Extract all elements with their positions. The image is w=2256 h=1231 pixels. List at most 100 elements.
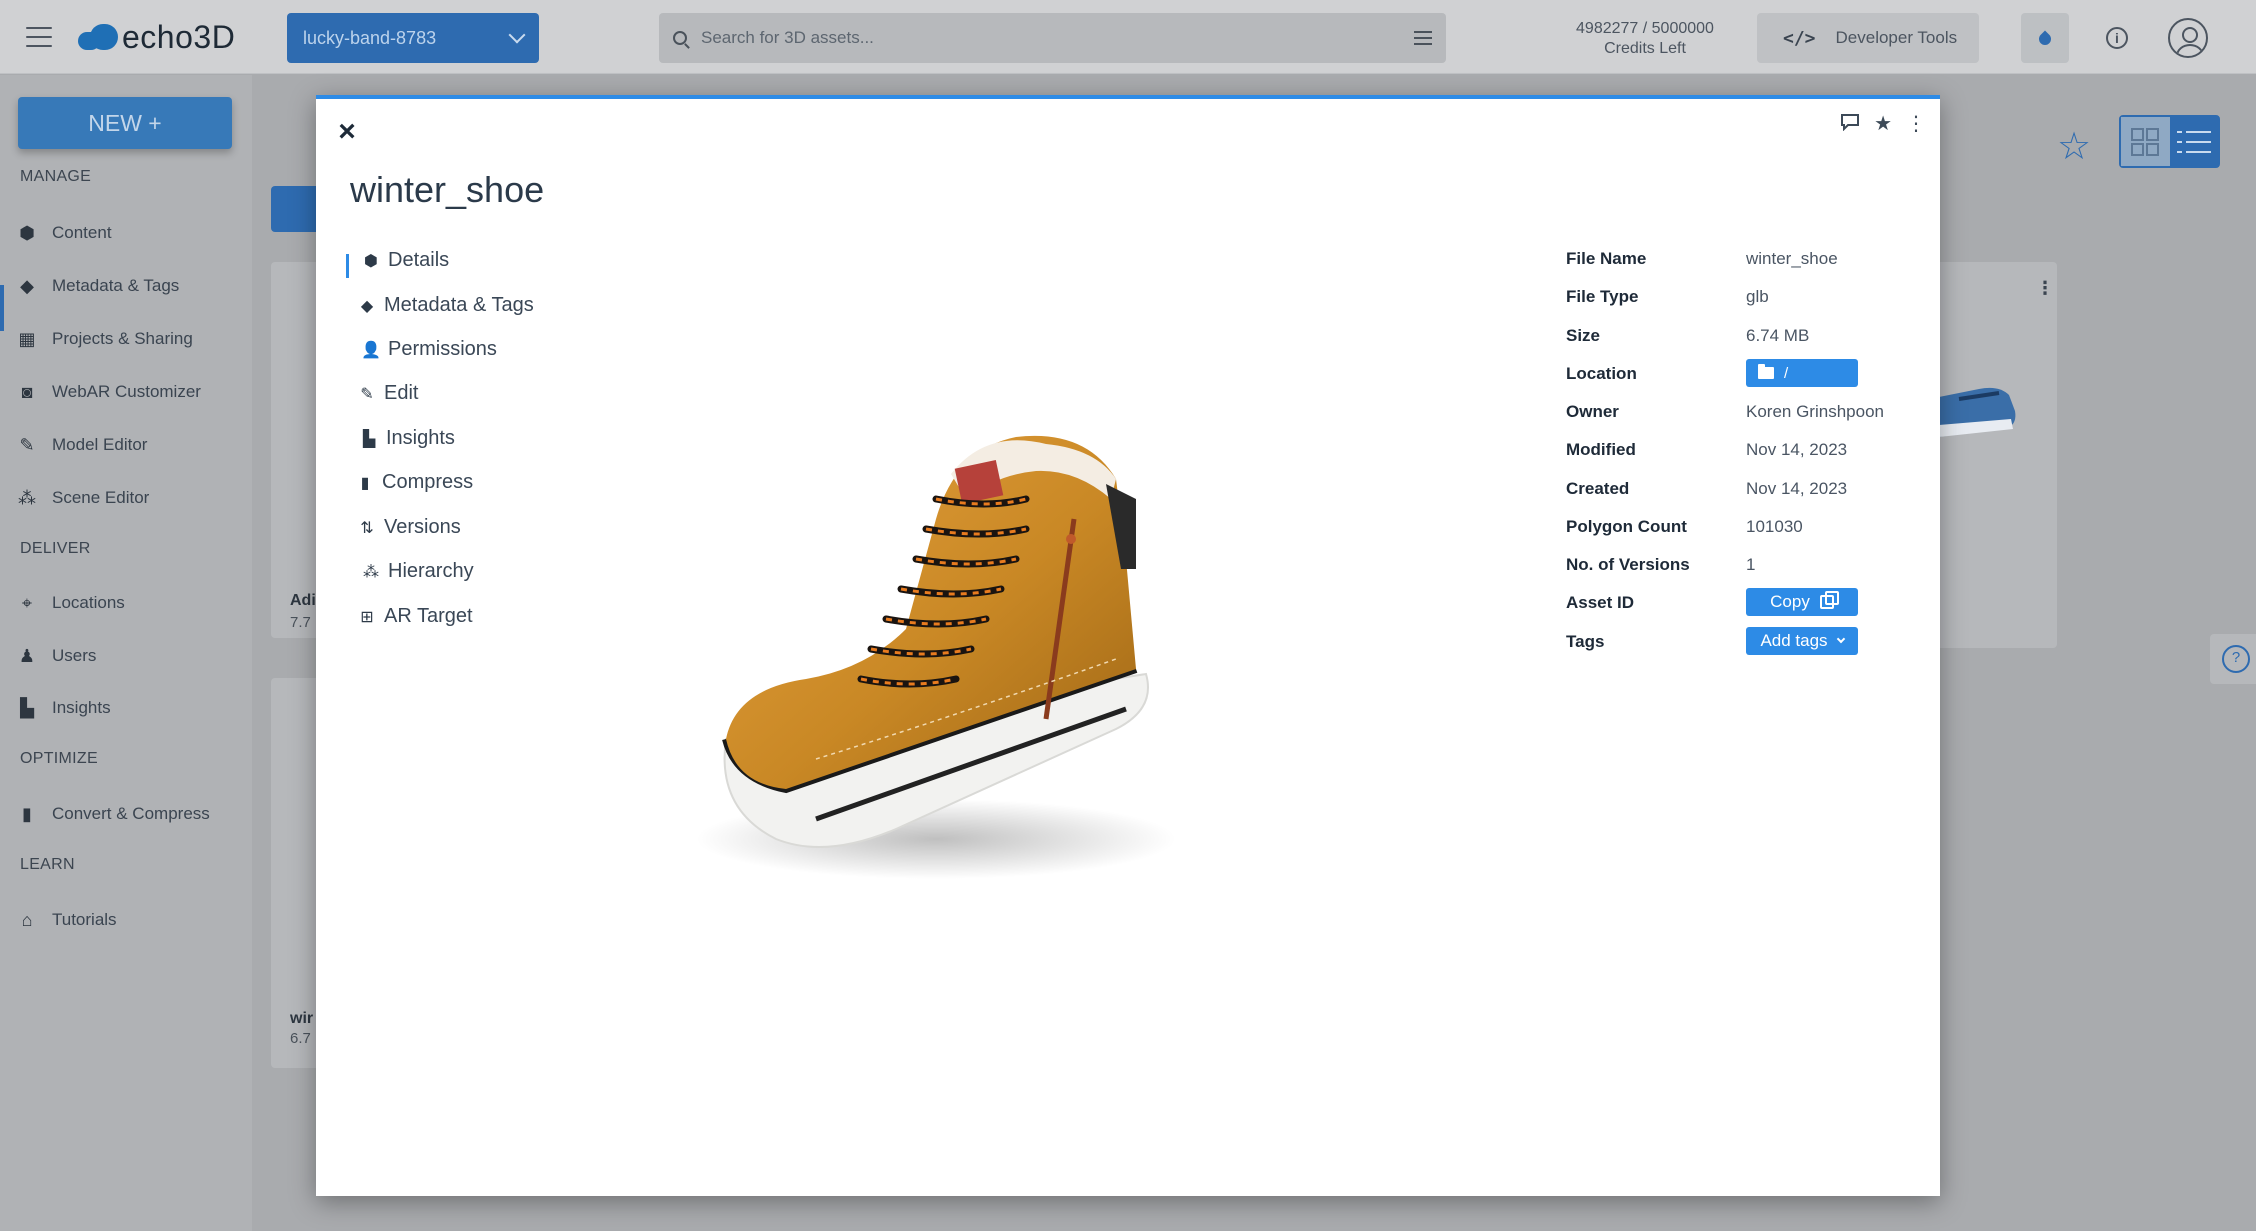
card-size: 7.7 (290, 614, 311, 631)
info-icon[interactable]: i (2106, 27, 2128, 49)
cube-icon: ⬢ (364, 252, 378, 270)
chart-icon: ▙ (20, 697, 34, 718)
folder-tab[interactable] (271, 186, 321, 232)
view-toggle[interactable] (2119, 115, 2220, 168)
sidebar-item-model-editor[interactable]: ✎ Model Editor (16, 434, 147, 456)
grid-view-icon[interactable] (2121, 117, 2170, 166)
tab-compress[interactable]: ▮ Compress (354, 471, 474, 494)
sidebar-item-tutorials[interactable]: ⌂ Tutorials (16, 909, 117, 931)
active-tab-indicator (346, 254, 349, 278)
sidebar-item-label: Convert & Compress (52, 804, 210, 823)
tab-insights[interactable]: ▙ Insights (358, 427, 455, 450)
chart-icon: ▙ (362, 430, 376, 448)
sidebar-item-label: Scene Editor (52, 488, 150, 507)
comment-icon[interactable] (1840, 113, 1860, 135)
sidebar-item-locations[interactable]: ⌖ Locations (16, 592, 125, 614)
file-zip-icon: ▮ (360, 474, 370, 492)
tab-details[interactable]: ⬢ Details (360, 249, 449, 272)
filter-sliders-icon[interactable] (1414, 31, 1432, 45)
location-value: / (1784, 364, 1789, 382)
droplet-icon[interactable] (2021, 13, 2069, 63)
sidebar-item-projects-sharing[interactable]: ▦ Projects & Sharing (16, 328, 193, 350)
credits-value: 4982277 / 5000000 (1576, 20, 1714, 37)
file-type-label: File Type (1566, 287, 1639, 306)
location-label: Location (1566, 364, 1637, 383)
card-more-icon[interactable]: ⋮ (2036, 278, 2054, 299)
list-view-icon[interactable] (2170, 117, 2219, 166)
sidebar-item-label: WebAR Customizer (52, 382, 201, 401)
search-input[interactable]: Search for 3D assets... (659, 13, 1446, 63)
copy-label: Copy (1770, 592, 1810, 611)
sidebar-item-label: Locations (52, 593, 125, 612)
section-learn: LEARN (20, 856, 75, 873)
user-plus-icon: 👤 (361, 341, 381, 359)
help-question-icon[interactable] (2210, 634, 2256, 684)
close-icon[interactable]: × (334, 117, 360, 147)
sidebar-item-users[interactable]: ♟ Users (16, 645, 96, 667)
add-tags-button[interactable]: Add tags (1746, 627, 1858, 655)
code-icon: </> (1783, 27, 1816, 49)
tab-ar-target[interactable]: ⊞ AR Target (356, 605, 473, 628)
sidebar-item-label: Projects & Sharing (52, 329, 193, 348)
modal-actions: ★ ⋮ (1840, 113, 1926, 135)
chevron-down-icon (1836, 634, 1845, 644)
tab-edit[interactable]: ✎ Edit (356, 382, 418, 405)
grid-icon: ⊞ (360, 608, 374, 626)
sidebar-item-label: Metadata & Tags (52, 276, 180, 295)
hamburger-menu-icon[interactable] (26, 27, 52, 47)
tab-label: AR Target (384, 605, 473, 627)
sidebar-item-scene-editor[interactable]: ⁂ Scene Editor (16, 487, 149, 509)
star-icon[interactable]: ★ (1874, 114, 1892, 134)
section-manage: MANAGE (20, 168, 92, 185)
pencil-icon: ✎ (360, 385, 374, 403)
sidebar-item-content[interactable]: ⬢ Content (16, 222, 111, 244)
model-viewer[interactable] (696, 389, 1276, 909)
tab-permissions[interactable]: 👤 Permissions (360, 338, 497, 361)
versions-label: No. of Versions (1566, 555, 1690, 574)
person-icon: ♟ (18, 645, 36, 666)
copy-icon (1819, 591, 1839, 609)
tag-icon: ◆ (20, 275, 34, 296)
tab-hierarchy[interactable]: ⁂ Hierarchy (360, 560, 474, 583)
tab-metadata-tags[interactable]: ◆ Metadata & Tags (356, 294, 534, 317)
location-button[interactable]: / (1746, 359, 1858, 387)
file-name-label: File Name (1566, 249, 1647, 268)
table-icon: ▦ (18, 328, 36, 349)
sidebar-item-label: Insights (52, 698, 111, 717)
sneaker-thumbnail (1939, 387, 2016, 437)
cubes-icon: ⁂ (18, 487, 36, 508)
more-vertical-icon[interactable]: ⋮ (1906, 114, 1926, 134)
sidebar-item-label: Tutorials (52, 910, 117, 929)
card-title: Adi (290, 592, 316, 609)
tab-versions[interactable]: ⇅ Versions (356, 516, 461, 539)
add-tags-label: Add tags (1760, 631, 1828, 650)
sidebar-item-insights[interactable]: ▙ Insights (16, 697, 111, 719)
size-label: Size (1566, 326, 1601, 345)
tab-label: Versions (384, 516, 461, 538)
asset-card[interactable] (271, 262, 316, 638)
sidebar-item-metadata-tags[interactable]: ◆ Metadata & Tags (16, 275, 179, 297)
section-deliver: DELIVER (20, 540, 91, 557)
sidebar-item-webar-customizer[interactable]: ◙ WebAR Customizer (16, 381, 201, 403)
modified-label: Modified (1566, 440, 1636, 459)
new-button[interactable]: NEW + (18, 97, 232, 149)
user-avatar-icon[interactable] (2168, 18, 2208, 58)
copy-asset-id-button[interactable]: Copy (1746, 588, 1858, 616)
sidebar-item-convert-compress[interactable]: ▮ Convert & Compress (16, 803, 210, 825)
favorites-star-icon[interactable]: ☆ (2057, 124, 2091, 169)
card-size: 6.7 (290, 1030, 311, 1047)
sitemap-icon: ⁂ (363, 563, 379, 581)
tab-label: Compress (382, 471, 474, 493)
asset-card[interactable] (1939, 262, 2057, 648)
tag-icon: ◆ (360, 297, 374, 315)
echo3d-logo[interactable]: echo3D (78, 19, 235, 55)
versions-value: 1 (1746, 555, 1756, 574)
developer-tools-button[interactable]: </> Developer Tools (1757, 13, 1979, 63)
owner-label: Owner (1566, 402, 1619, 421)
file-name-value: winter_shoe (1746, 249, 1838, 268)
project-select[interactable]: lucky-band-8783 (287, 13, 539, 63)
file-zip-icon: ▮ (22, 803, 32, 824)
developer-tools-label: Developer Tools (1835, 28, 1958, 47)
search-placeholder: Search for 3D assets... (701, 28, 874, 47)
sidebar-active-indicator (0, 285, 4, 331)
